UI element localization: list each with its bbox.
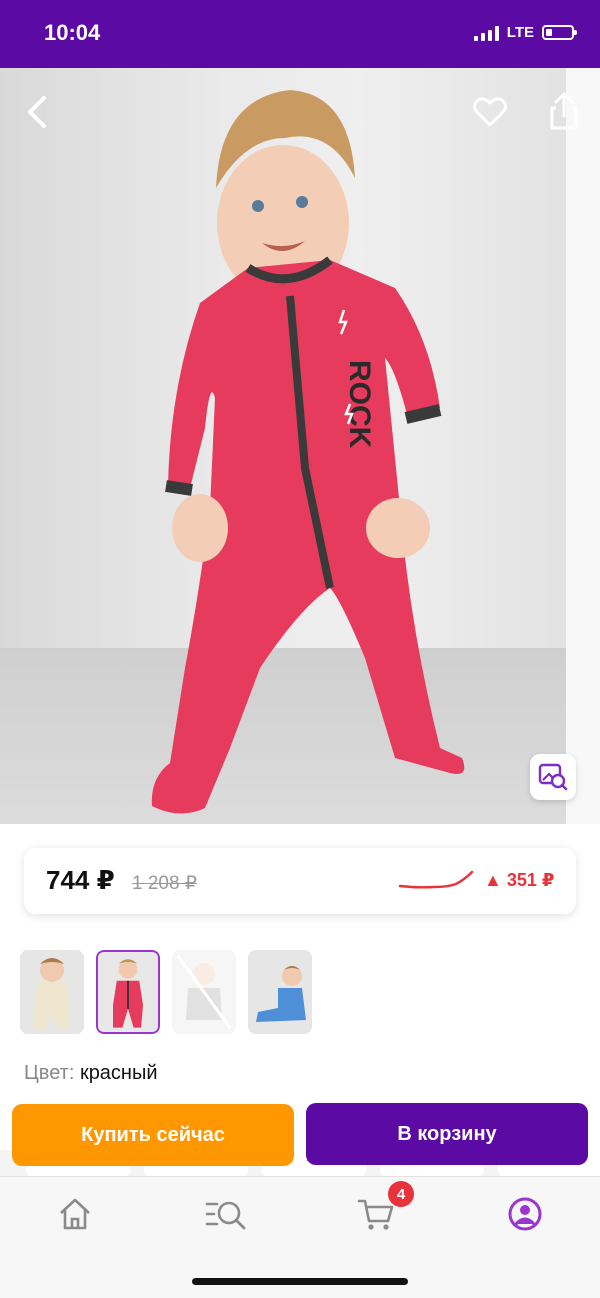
add-to-cart-button[interactable]: В корзину [306, 1103, 588, 1165]
thumbnail-cream[interactable] [20, 950, 84, 1034]
thumbnail-grey[interactable] [172, 950, 236, 1034]
chevron-left-icon [28, 96, 46, 128]
status-indicators: LTE [473, 24, 577, 41]
color-selection: Цвет: красный [24, 1062, 158, 1085]
thumbnail-red[interactable] [96, 950, 160, 1034]
share-icon [550, 92, 578, 130]
share-button[interactable] [544, 90, 584, 139]
battery-icon [542, 25, 577, 40]
profile-icon [508, 1197, 542, 1231]
heart-icon [473, 97, 507, 127]
product-photo: ROCK [151, 68, 600, 824]
nav-profile[interactable] [506, 1195, 544, 1238]
buy-now-button[interactable]: Купить сейчас [12, 1104, 294, 1166]
image-search-icon [538, 763, 568, 791]
home-indicator [192, 1278, 408, 1285]
price-history-sparkline[interactable] [398, 868, 474, 894]
color-label: Цвет: [24, 1062, 75, 1084]
status-time: 10:04 [44, 20, 101, 45]
product-image[interactable]: ROCK [0, 68, 600, 824]
back-button[interactable] [20, 92, 54, 137]
cart-count-badge: 4 [388, 1181, 414, 1207]
image-search-button[interactable] [530, 754, 576, 800]
nav-catalog[interactable] [204, 1195, 248, 1238]
home-icon [60, 1198, 90, 1230]
old-price: 1 208 ₽ [132, 873, 197, 894]
price-card[interactable]: 744 ₽ 1 208 ₽ ▲ 351 ₽ [24, 848, 576, 914]
signal-icon [473, 25, 499, 41]
catalog-search-icon [205, 1201, 246, 1230]
favorite-button[interactable] [470, 92, 510, 137]
network-type: LTE [506, 24, 534, 41]
price-change: ▲ 351 ₽ [484, 870, 555, 890]
color-value: красный [79, 1062, 158, 1084]
status-bar: 10:04 LTE [0, 0, 600, 68]
nav-home[interactable] [56, 1195, 94, 1238]
print-text: ROCK [343, 360, 376, 449]
current-price: 744 ₽ [46, 865, 115, 895]
thumbnail-blue[interactable] [248, 950, 312, 1034]
thumbnail-strip [20, 950, 312, 1034]
